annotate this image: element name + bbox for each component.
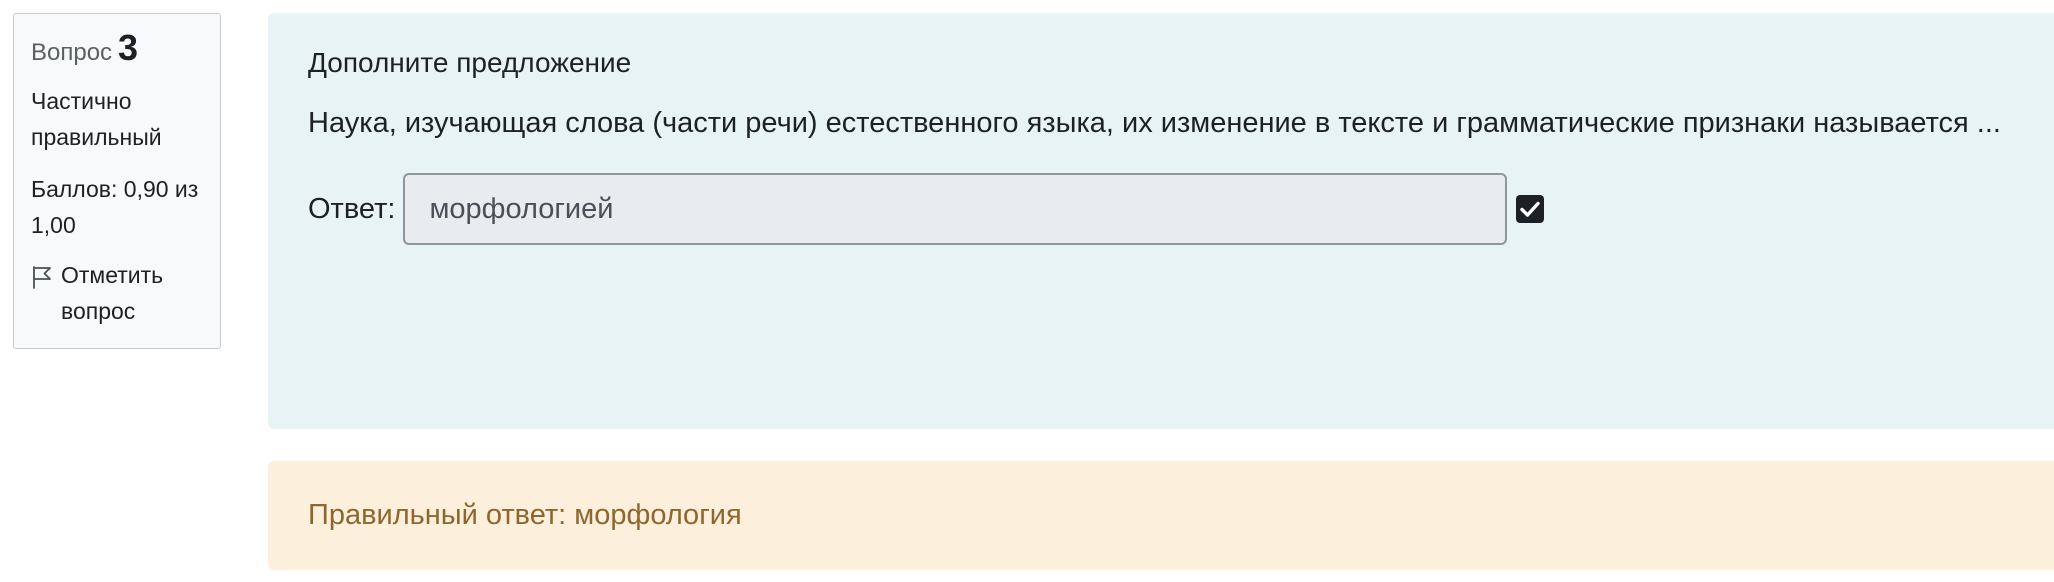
question-number-label: Вопрос bbox=[31, 39, 113, 66]
feedback-panel: Правильный ответ: морфология bbox=[268, 461, 2054, 570]
question-number: Вопрос 3 bbox=[31, 30, 203, 67]
question-state: Частично правильный bbox=[31, 88, 162, 150]
answer-row: Ответ: bbox=[308, 173, 2014, 245]
question-title: Дополните предложение bbox=[308, 47, 632, 78]
answer-label: Ответ: bbox=[308, 192, 396, 225]
question-text: Наука, изучающая слова (части речи) есте… bbox=[308, 107, 2001, 139]
flag-question-button[interactable]: Отметить вопрос bbox=[31, 257, 203, 329]
flag-icon[interactable] bbox=[31, 257, 53, 293]
question-grade: Баллов: 0,90 из 1,00 bbox=[31, 176, 199, 238]
flag-question-label[interactable]: Отметить вопрос bbox=[61, 257, 203, 329]
question-info-panel: Вопрос 3 Частично правильный Баллов: 0,9… bbox=[13, 13, 221, 349]
question-formulation: Дополните предложение Наука, изучающая с… bbox=[268, 13, 2054, 429]
check-square-icon bbox=[1515, 194, 1545, 224]
answer-input[interactable] bbox=[403, 173, 1508, 245]
question-number-value: 3 bbox=[118, 27, 139, 68]
right-answer: Правильный ответ: морфология bbox=[308, 499, 742, 531]
